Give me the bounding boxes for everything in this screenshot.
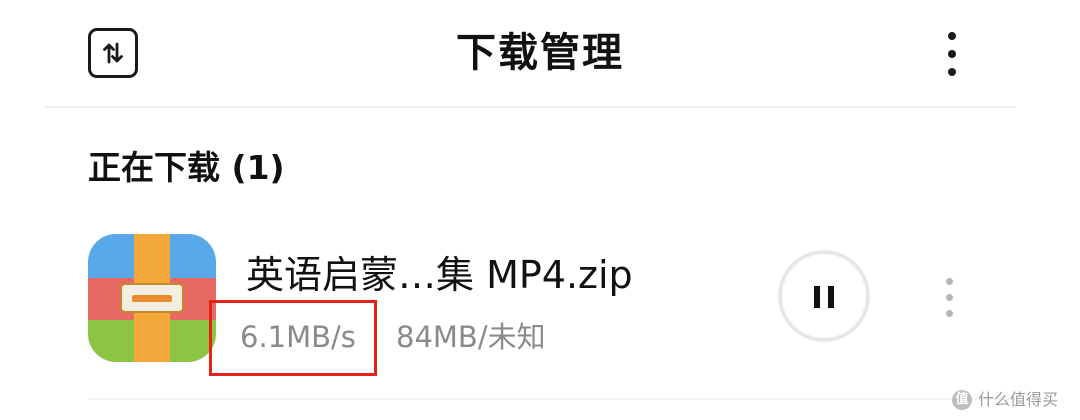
more-vertical-icon[interactable] (940, 276, 960, 320)
download-item[interactable]: 英语启蒙…集 MP4.zip 6.1MB/s 84MB/未知 (0, 222, 1080, 392)
speed-highlight-box (209, 300, 377, 376)
list-divider (88, 398, 1016, 400)
app-header: 下载管理 (0, 0, 1080, 106)
download-size: 84MB/未知 (396, 320, 546, 354)
more-vertical-icon[interactable] (936, 28, 970, 80)
pause-button[interactable] (778, 250, 870, 342)
section-title: 正在下载 (1) (88, 148, 285, 187)
page-title: 下载管理 (456, 30, 624, 76)
watermark-badge: 值 (952, 390, 972, 410)
header-divider (44, 106, 1016, 108)
archive-app-icon (88, 234, 216, 362)
file-name: 英语启蒙…集 MP4.zip (246, 253, 633, 297)
watermark-text: 什么值得买 (978, 390, 1059, 409)
